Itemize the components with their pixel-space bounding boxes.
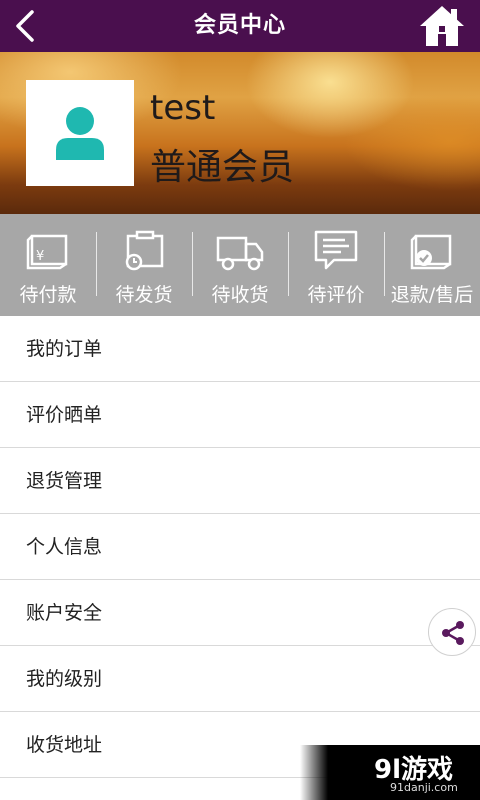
status-refund-after-sales[interactable]: 退款/售后 (384, 214, 480, 316)
order-status-bar: ¥ 待付款 待发货 待收货 待评价 退款/售后 (0, 214, 480, 316)
watermark: 9l游戏 91danji.com (300, 745, 480, 800)
share-icon (442, 621, 464, 645)
status-pending-review[interactable]: 待评价 (288, 214, 384, 316)
status-label: 待发货 (115, 284, 173, 306)
username: test (150, 88, 216, 128)
user-icon (56, 107, 104, 160)
menu-item-label: 收货地址 (26, 734, 103, 756)
home-button[interactable] (418, 4, 466, 48)
avatar[interactable] (26, 80, 134, 186)
menu-item-my-level[interactable]: 我的级别 (0, 646, 480, 712)
status-pending-payment[interactable]: ¥ 待付款 (0, 214, 96, 316)
home-icon (420, 6, 464, 46)
menu-item-my-orders[interactable]: 我的订单 (0, 316, 480, 382)
chat-lines-icon (314, 230, 358, 270)
status-label: 待收货 (211, 284, 269, 306)
account-menu: 我的订单 评价晒单 退货管理 个人信息 账户安全 我的级别 收货地址 (0, 316, 480, 778)
menu-item-personal-info[interactable]: 个人信息 (0, 514, 480, 580)
menu-item-label: 评价晒单 (26, 404, 103, 426)
wallet-yen-icon: ¥ (26, 234, 68, 270)
profile-header: test 普通会员 (0, 52, 480, 214)
menu-item-account-security[interactable]: 账户安全 (0, 580, 480, 646)
status-pending-receipt[interactable]: 待收货 (192, 214, 288, 316)
menu-item-label: 账户安全 (26, 602, 103, 624)
page-title: 会员中心 (193, 13, 286, 38)
status-label: 退款/售后 (390, 284, 474, 306)
svg-text:¥: ¥ (36, 249, 44, 264)
member-level: 普通会员 (150, 147, 295, 188)
watermark-url: 91danji.com (390, 781, 458, 794)
share-button[interactable] (428, 608, 476, 656)
menu-item-label: 我的级别 (26, 668, 103, 690)
status-label: 待付款 (19, 284, 77, 306)
menu-item-reviews[interactable]: 评价晒单 (0, 382, 480, 448)
truck-icon (216, 236, 264, 271)
status-pending-shipment[interactable]: 待发货 (96, 214, 192, 316)
menu-item-label: 个人信息 (26, 536, 103, 558)
top-bar: 会员中心 (0, 0, 480, 52)
menu-item-label: 我的订单 (26, 338, 103, 360)
return-check-icon (410, 234, 452, 270)
menu-item-label: 退货管理 (26, 470, 103, 492)
status-label: 待评价 (307, 284, 365, 306)
box-clock-icon (125, 230, 164, 271)
menu-item-returns[interactable]: 退货管理 (0, 448, 480, 514)
